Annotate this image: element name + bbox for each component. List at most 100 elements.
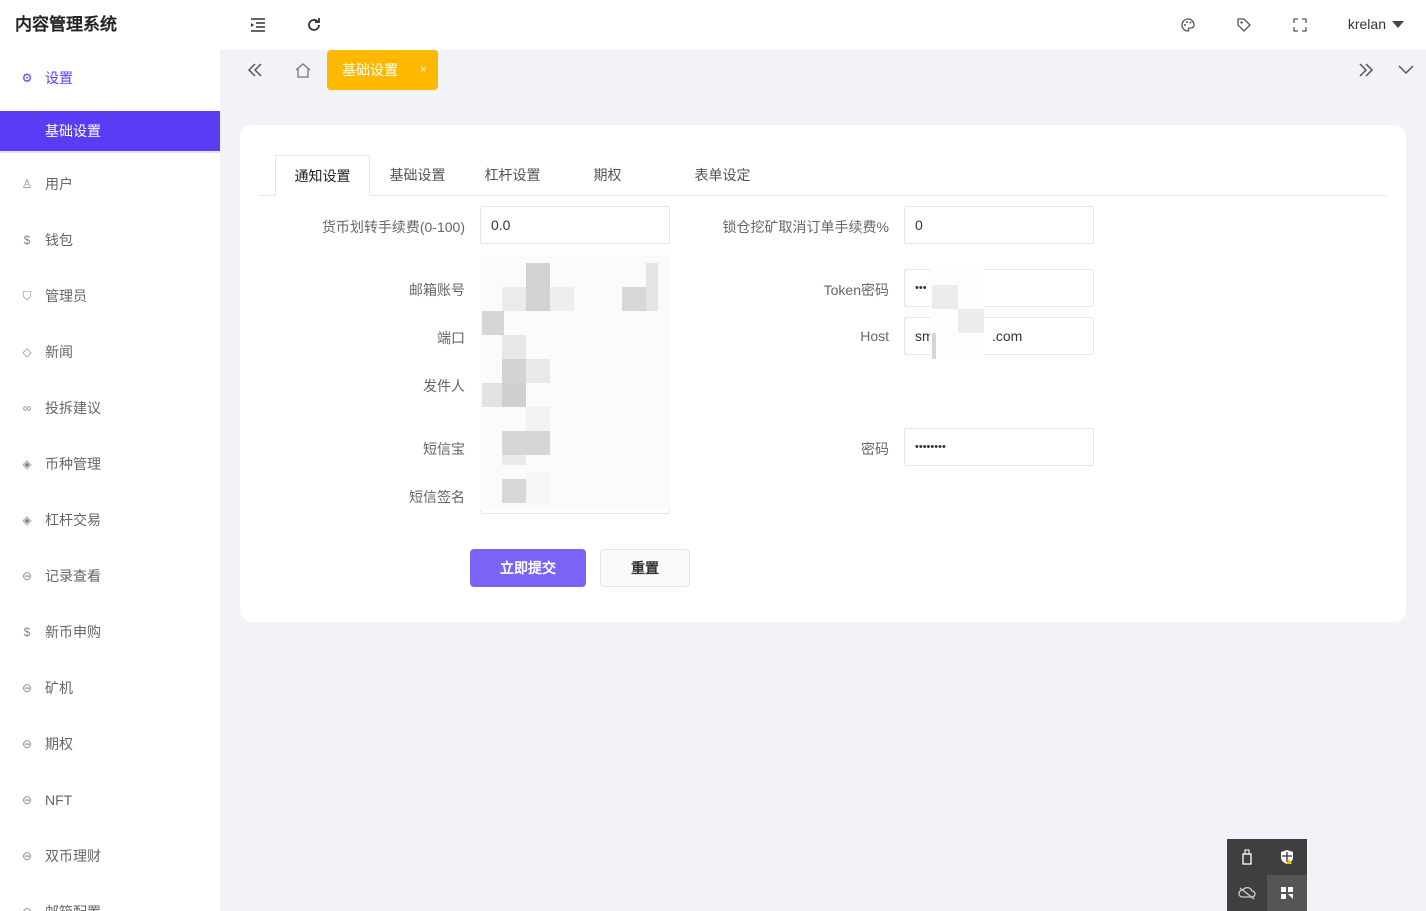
dollar-icon: $ [23,233,31,247]
sidebar-item-miner[interactable]: ⊖ 矿机 [0,660,220,716]
sidebar-item-label: 杠杆交易 [45,512,101,528]
currency-fee-input[interactable]: 0.0 [480,206,670,244]
chevron-down-icon [1392,20,1404,28]
email-input[interactable]: n [480,269,670,307]
shield-icon: ⛉ [22,288,32,303]
sms-sign-label: 短信签名 [409,489,465,505]
tag-icon[interactable] [1232,13,1256,37]
sidebar-item-nft[interactable]: ⊖ NFT [0,772,220,828]
system-tray-popup [1227,839,1307,911]
mining-fee-label: 锁仓挖矿取消订单手续费% [722,219,889,235]
circle-arrow-icon: ⊖ [21,737,33,751]
sidebar-item-label: 钱包 [45,232,73,248]
tab-label: 基础设置 [342,62,398,78]
token-password-input[interactable]: ••• ••••• [904,269,1094,307]
sidebar-item-options[interactable]: ⊖ 期权 [0,716,220,772]
sidebar-item-label: 矿机 [45,680,73,696]
top-bar: krelan [220,0,1426,50]
sms-label: 短信宝 [423,441,465,457]
sidebar-item-currency[interactable]: ◈ 币种管理 [0,436,220,492]
username: krelan [1347,16,1386,32]
user-menu[interactable]: krelan [1348,16,1404,32]
sidebar-item-label: 设置 [45,70,73,86]
tab-basic-settings[interactable]: 基础设置 × [327,50,438,90]
sidebar-item-label: 邮箱配置 [45,902,101,911]
sidebar-item-label: 币种管理 [45,456,101,472]
cloud-offline-icon[interactable] [1227,875,1267,911]
dollar-icon: $ [23,625,31,639]
sidebar-item-leverage[interactable]: ◈ 杠杆交易 [0,492,220,548]
chevron-down-icon[interactable] [1394,58,1418,82]
sidebar-item-label: 期权 [45,736,73,752]
usb-icon[interactable] [1227,839,1267,875]
sidebar-item-label: 新闻 [45,344,73,360]
sidebar-item-new-coin[interactable]: $ 新币申购 [0,604,220,660]
password-input[interactable]: •••••••• [904,428,1094,466]
sidebar-item-dual-finance[interactable]: ⊖ 双币理财 [0,828,220,884]
fullscreen-icon[interactable] [1288,13,1312,37]
port-input[interactable] [480,317,670,355]
diamond-icon: ◈ [22,513,32,527]
sidebar-item-label: NFT [45,792,73,808]
tab-options[interactable]: 期权 [560,155,655,196]
form-tabs: 通知设置 基础设置 杠杆设置 期权 表单设定 [260,155,1387,196]
sidebar-item-news[interactable]: ◇ 新闻 [0,324,220,380]
circle-arrow-icon: ⊖ [20,905,34,911]
circle-arrow-icon: ⊖ [21,793,33,807]
app-grid-icon[interactable] [1267,875,1307,911]
host-input[interactable]: sm .com [904,317,1094,355]
circle-arrow-icon: ⊖ [21,681,33,695]
sidebar-item-label: 记录查看 [45,568,101,584]
sidebar-item-wallet[interactable]: $ 钱包 [0,212,220,268]
sidebar-item-settings[interactable]: ⚙ 设置 [0,50,220,106]
mining-fee-input[interactable]: 0 [904,206,1094,244]
sender-input[interactable] [480,365,670,403]
infinity-icon: ∞ [22,401,32,415]
sidebar-menu: ♙ 用户 $ 钱包 ⛉ 管理员 ◇ 新闻 ∞ 投拆建议 ◈ 币种管理 ◈ 杠杆交易 ⊖ 记录查看… [0,156,220,911]
palette-icon[interactable] [1176,13,1200,37]
tab-basic-settings[interactable]: 基础设置 [370,155,465,196]
app-title: 内容管理系统 [15,15,117,34]
sidebar-item-label: 用户 [45,176,73,192]
user-icon: ♙ [21,177,33,191]
sidebar-item-label: 投拆建议 [45,400,101,416]
close-icon[interactable]: × [420,64,426,76]
circle-arrow-icon: ⊖ [21,569,33,583]
sidebar: 内容管理系统 ⚙ 设置 基础设置 ♙ 用户 $ 钱包 ⛉ 管理员 ◇ 新闻 ∞ 投拆建议 … [0,0,220,911]
double-chevron-left-icon[interactable] [243,58,267,82]
sender-label: 发件人 [423,378,465,394]
reset-button[interactable]: 重置 [600,549,690,587]
menu-collapse-icon[interactable] [246,13,270,37]
sidebar-item-label: 双币理财 [45,848,101,864]
settings-card: 通知设置 基础设置 杠杆设置 期权 表单设定 货币划转手续费(0-100) 0.… [240,125,1406,622]
sidebar-subitem-basic-settings[interactable]: 基础设置 [0,111,220,151]
home-icon[interactable] [291,58,315,82]
submit-button[interactable]: 立即提交 [470,549,586,587]
sms-input[interactable] [480,428,670,466]
host-label: Host [860,328,889,344]
circle-arrow-icon: ⊖ [21,849,33,863]
security-shield-icon[interactable] [1267,839,1307,875]
tab-notification-settings[interactable]: 通知设置 [275,155,370,196]
sidebar-item-users[interactable]: ♙ 用户 [0,156,220,212]
double-chevron-right-icon[interactable] [1354,58,1378,82]
tab-form-settings[interactable]: 表单设定 [655,155,790,196]
sidebar-item-feedback[interactable]: ∞ 投拆建议 [0,380,220,436]
sidebar-item-admins[interactable]: ⛉ 管理员 [0,268,220,324]
token-password-label: Token密码 [823,282,889,298]
sidebar-item-label: 管理员 [45,288,87,304]
tabs-bar: 基础设置 × [220,50,1426,90]
sidebar-item-email-config[interactable]: ⊖ 邮箱配置 [0,884,220,911]
tag-icon: ◇ [22,345,32,359]
email-label: 邮箱账号 [409,282,465,298]
sms-sign-input[interactable] [480,476,670,514]
tab-leverage-settings[interactable]: 杠杆设置 [465,155,560,196]
sidebar-item-records[interactable]: ⊖ 记录查看 [0,548,220,604]
refresh-icon[interactable] [302,13,326,37]
port-label: 端口 [437,330,465,346]
sidebar-item-label: 新币申购 [45,624,101,640]
password-label: 密码 [861,441,889,457]
gear-icon: ⚙ [21,71,33,85]
currency-fee-label: 货币划转手续费(0-100) [321,219,465,235]
diamond-icon: ◈ [22,457,32,471]
